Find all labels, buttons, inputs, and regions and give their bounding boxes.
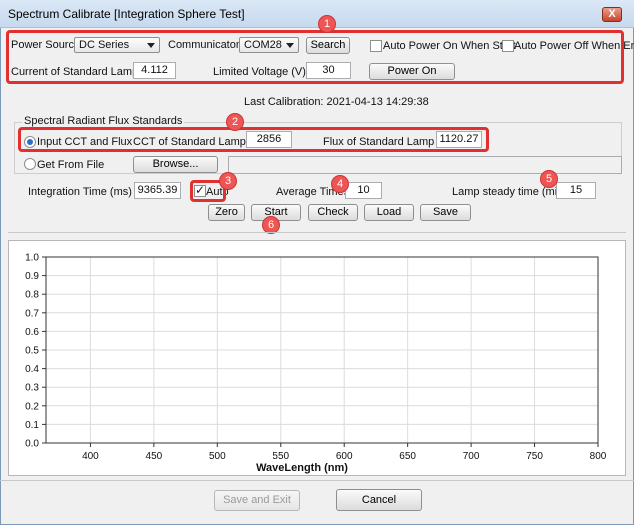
y-tick-label: 0.2 — [25, 401, 39, 412]
cancel-button[interactable]: Cancel — [336, 489, 422, 511]
x-tick-label: 450 — [146, 451, 163, 462]
y-tick-label: 0.5 — [25, 346, 39, 357]
save-and-exit-button[interactable]: Save and Exit — [214, 490, 300, 511]
y-tick-label: 0.1 — [25, 420, 39, 431]
x-tick-label: 700 — [463, 451, 480, 462]
y-tick-label: 0.9 — [25, 271, 39, 282]
y-tick-label: 0.0 — [25, 439, 39, 450]
y-tick-label: 0.4 — [25, 364, 39, 375]
y-tick-label: 0.6 — [25, 327, 39, 338]
y-tick-label: 0.7 — [25, 308, 39, 319]
x-tick-label: 400 — [82, 451, 99, 462]
x-tick-label: 650 — [399, 451, 416, 462]
x-tick-label: 750 — [526, 451, 543, 462]
x-tick-label: 800 — [590, 451, 607, 462]
x-tick-label: 500 — [209, 451, 226, 462]
y-tick-label: 1.0 — [25, 253, 39, 264]
y-tick-label: 0.3 — [25, 383, 39, 394]
x-axis-label: WaveLength (nm) — [256, 462, 348, 474]
x-tick-label: 550 — [272, 451, 289, 462]
footer-divider — [0, 480, 634, 481]
y-tick-label: 0.8 — [25, 290, 39, 301]
spectrum-chart: 400 450 500 550 600 650 700 750 800 0.0 0.1 0.2 0.3 0… — [25, 253, 607, 475]
x-tick-label: 600 — [336, 451, 353, 462]
